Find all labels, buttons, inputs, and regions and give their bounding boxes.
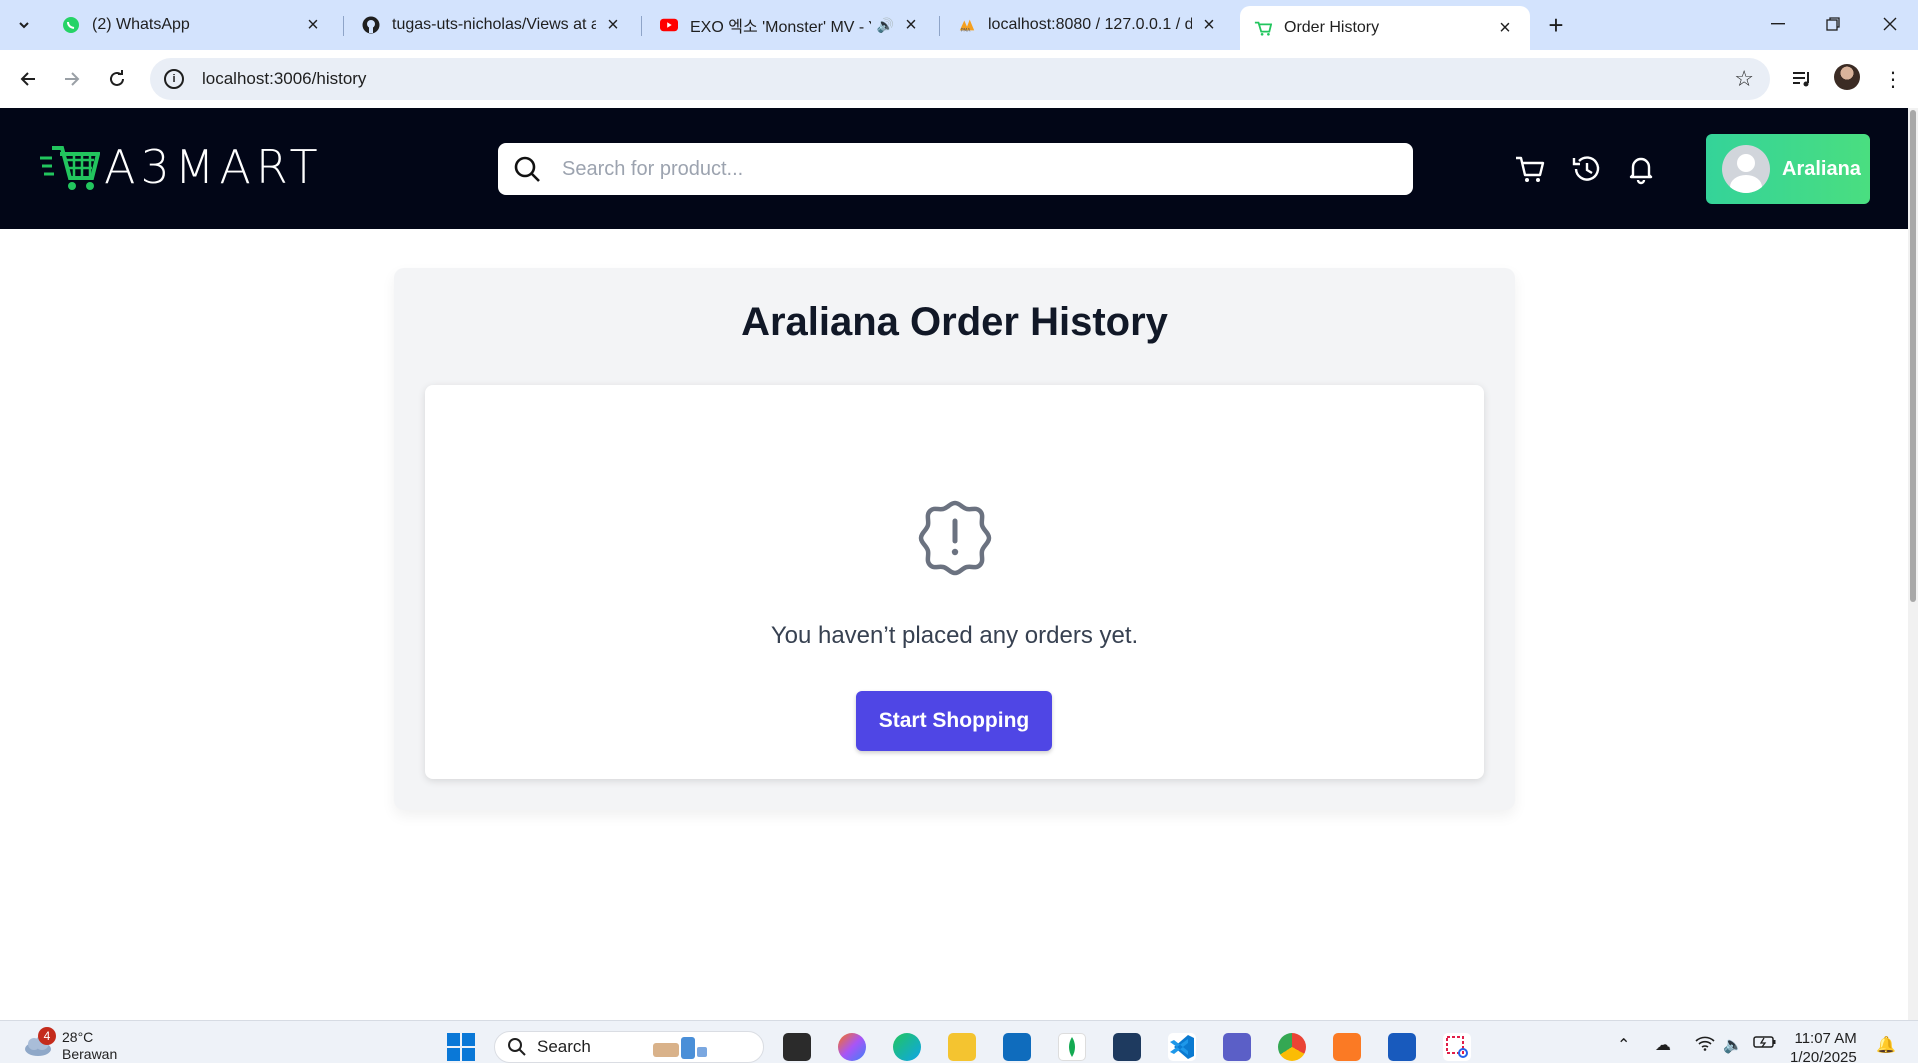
- chrome-icon[interactable]: [1278, 1033, 1306, 1061]
- logo-text: A3MART: [104, 140, 323, 194]
- empty-orders-card: You haven’t placed any orders yet. Start…: [425, 385, 1484, 779]
- start-shopping-button[interactable]: Start Shopping: [856, 691, 1052, 751]
- empty-orders-message: You haven’t placed any orders yet.: [770, 622, 1139, 649]
- alert-badge-icon: [918, 500, 992, 576]
- product-search[interactable]: [498, 143, 1413, 195]
- new-tab-button[interactable]: +: [1541, 10, 1571, 40]
- tab-title: EXO 엑소 'Monster' MV - Yo: [690, 19, 871, 36]
- profile-avatar[interactable]: [1834, 64, 1860, 90]
- tab-title: tugas-uts-nicholas/Views at ara: [392, 16, 596, 33]
- tab-youtube[interactable]: EXO 엑소 'Monster' MV - Yo 🔊 ×: [646, 6, 936, 44]
- search-input[interactable]: [562, 157, 1382, 181]
- weather-temperature: 28°C: [62, 1029, 94, 1045]
- taskbar-search[interactable]: Search: [494, 1031, 764, 1063]
- weather-widget[interactable]: 4 28°C Berawan: [22, 1027, 118, 1063]
- volume-icon[interactable]: 🔈: [1723, 1035, 1743, 1055]
- shopping-cart-logo-icon: [40, 146, 100, 190]
- tab-whatsapp[interactable]: (2) WhatsApp ×: [48, 6, 338, 44]
- svg-text:PMA: PMA: [961, 27, 972, 33]
- tab-order-history[interactable]: Order History ×: [1240, 6, 1530, 50]
- browser-toolbar: i localhost:3006/history ☆ ⋮: [0, 50, 1918, 108]
- copilot-icon[interactable]: [838, 1033, 866, 1061]
- snipping-tool-icon[interactable]: [1443, 1033, 1471, 1061]
- taskbar-search-label: Search: [537, 1037, 591, 1056]
- close-icon[interactable]: ×: [1198, 14, 1220, 36]
- speaker-icon[interactable]: 🔊: [877, 17, 894, 34]
- order-history-panel: Araliana Order History You haven’t place…: [394, 268, 1515, 810]
- tab-separator: [939, 16, 940, 36]
- github-icon: [362, 16, 380, 34]
- tab-title: Order History: [1284, 19, 1380, 36]
- whatsapp-icon: [62, 16, 80, 34]
- page-title: Araliana Order History: [741, 300, 1168, 344]
- minimize-icon[interactable]: [1758, 8, 1798, 40]
- reload-icon[interactable]: [101, 63, 133, 95]
- chevron-down-icon: [19, 22, 29, 29]
- bookmark-star-icon[interactable]: ☆: [1734, 66, 1754, 92]
- site-header: A3MART Araliana: [0, 108, 1908, 229]
- bell-icon[interactable]: [1625, 153, 1657, 185]
- search-icon: [514, 156, 540, 182]
- xampp-icon[interactable]: [1333, 1033, 1361, 1061]
- windows-start-icon[interactable]: [447, 1033, 475, 1061]
- cart-favicon-icon: [1254, 19, 1272, 37]
- restore-icon[interactable]: [1813, 8, 1853, 40]
- file-explorer-icon[interactable]: [948, 1033, 976, 1061]
- address-bar[interactable]: i localhost:3006/history ☆: [150, 58, 1770, 100]
- vscode-icon[interactable]: [1168, 1033, 1196, 1061]
- edge-icon[interactable]: [893, 1033, 921, 1061]
- search-icon: [508, 1038, 526, 1056]
- windows-taskbar: 4 28°C Berawan Search ⌃ ☁ 🔈 11:07 AM 1/2: [0, 1020, 1918, 1063]
- cart-icon[interactable]: [1514, 153, 1546, 185]
- teams-icon[interactable]: [1223, 1033, 1251, 1061]
- close-icon[interactable]: ×: [602, 14, 624, 36]
- forward-arrow-icon[interactable]: [56, 63, 88, 95]
- clock-date: 1/20/2025: [1790, 1049, 1857, 1063]
- outlook-icon[interactable]: [1003, 1033, 1031, 1061]
- site-logo[interactable]: A3MART: [40, 140, 323, 194]
- battery-icon[interactable]: [1753, 1035, 1777, 1054]
- tab-phpmyadmin[interactable]: PMA localhost:8080 / 127.0.0.1 / dev ×: [944, 6, 1234, 44]
- task-view-icon[interactable]: [783, 1033, 811, 1061]
- notification-bell-icon[interactable]: 🔔: [1876, 1035, 1896, 1055]
- onedrive-icon[interactable]: ☁: [1655, 1035, 1671, 1055]
- youtube-icon: [660, 16, 678, 34]
- tab-title: localhost:8080 / 127.0.0.1 / dev: [988, 16, 1192, 33]
- close-icon[interactable]: ×: [900, 14, 922, 36]
- word-icon[interactable]: [1388, 1033, 1416, 1061]
- site-info-icon[interactable]: i: [164, 69, 184, 89]
- user-name: Araliana: [1782, 157, 1861, 180]
- user-menu-button[interactable]: Araliana: [1706, 134, 1870, 204]
- close-icon[interactable]: ×: [302, 14, 324, 36]
- search-highlight-icon: [652, 1037, 707, 1059]
- weather-description: Berawan: [62, 1046, 118, 1062]
- weather-badge: 4: [38, 1027, 56, 1045]
- window-close-icon[interactable]: [1870, 8, 1910, 40]
- clock-time: 11:07 AM: [1794, 1030, 1857, 1047]
- tab-search-button[interactable]: [8, 9, 40, 41]
- tab-separator: [343, 16, 344, 36]
- system-clock[interactable]: 11:07 AM 1/20/2025: [1790, 1029, 1857, 1063]
- chevron-up-icon[interactable]: ⌃: [1617, 1035, 1630, 1055]
- media-control-icon[interactable]: [1786, 63, 1818, 95]
- more-menu-icon[interactable]: ⋮: [1877, 63, 1909, 95]
- close-icon[interactable]: ×: [1494, 17, 1516, 39]
- scrollbar-thumb[interactable]: [1910, 110, 1916, 602]
- back-arrow-icon[interactable]: [12, 63, 44, 95]
- avatar: [1722, 145, 1770, 193]
- history-icon[interactable]: [1570, 153, 1602, 185]
- browser-tab-strip: (2) WhatsApp × tugas-uts-nicholas/Views …: [0, 0, 1918, 50]
- tab-separator: [641, 16, 642, 36]
- cloud-icon: 4: [22, 1027, 56, 1059]
- tab-title: (2) WhatsApp: [92, 16, 190, 33]
- wifi-icon[interactable]: [1695, 1035, 1715, 1056]
- mysql-workbench-icon[interactable]: [1113, 1033, 1141, 1061]
- url-text[interactable]: localhost:3006/history: [202, 69, 366, 89]
- tab-github[interactable]: tugas-uts-nicholas/Views at ara ×: [348, 6, 638, 44]
- phpmyadmin-icon: PMA: [958, 16, 976, 34]
- mongodb-icon[interactable]: [1058, 1033, 1086, 1061]
